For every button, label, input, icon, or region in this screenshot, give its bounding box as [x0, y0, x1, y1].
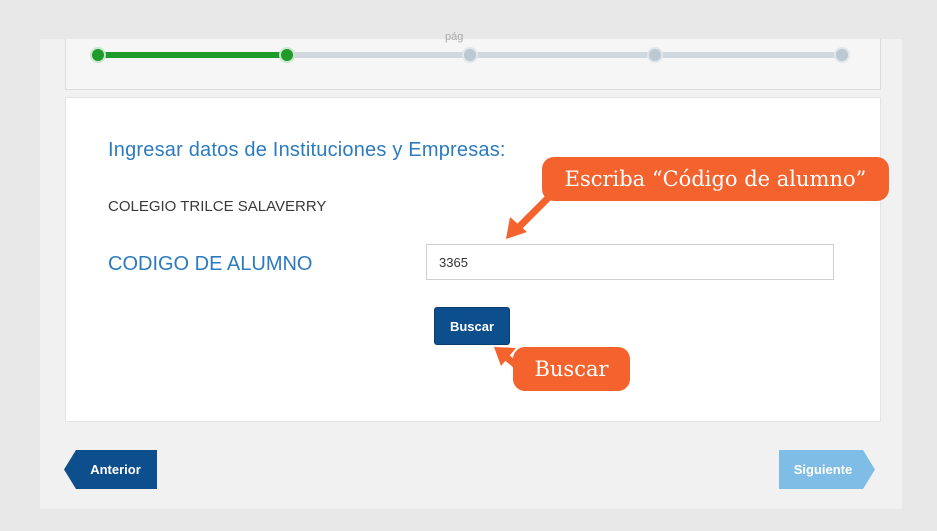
callout-enter-code: Escriba “Código de alumno” [542, 157, 889, 201]
progress-step-4 [647, 47, 663, 63]
next-button[interactable]: Siguiente [779, 450, 875, 489]
search-button[interactable]: Buscar [434, 307, 510, 345]
progress-step-3 [462, 47, 478, 63]
progress-track-fill [98, 52, 288, 58]
student-code-input[interactable] [426, 244, 834, 280]
institution-name: COLEGIO TRILCE SALAVERRY [108, 198, 327, 215]
progress-step-label: pág [445, 31, 464, 43]
callout-search: Buscar [513, 347, 630, 391]
progress-step-5 [834, 47, 850, 63]
progress-step-2 [279, 47, 295, 63]
progress-step-1 [90, 47, 106, 63]
section-heading: Ingresar datos de Instituciones y Empres… [108, 139, 506, 161]
previous-button[interactable]: Anterior [64, 450, 157, 489]
student-code-label: CODIGO DE ALUMNO [108, 253, 313, 275]
